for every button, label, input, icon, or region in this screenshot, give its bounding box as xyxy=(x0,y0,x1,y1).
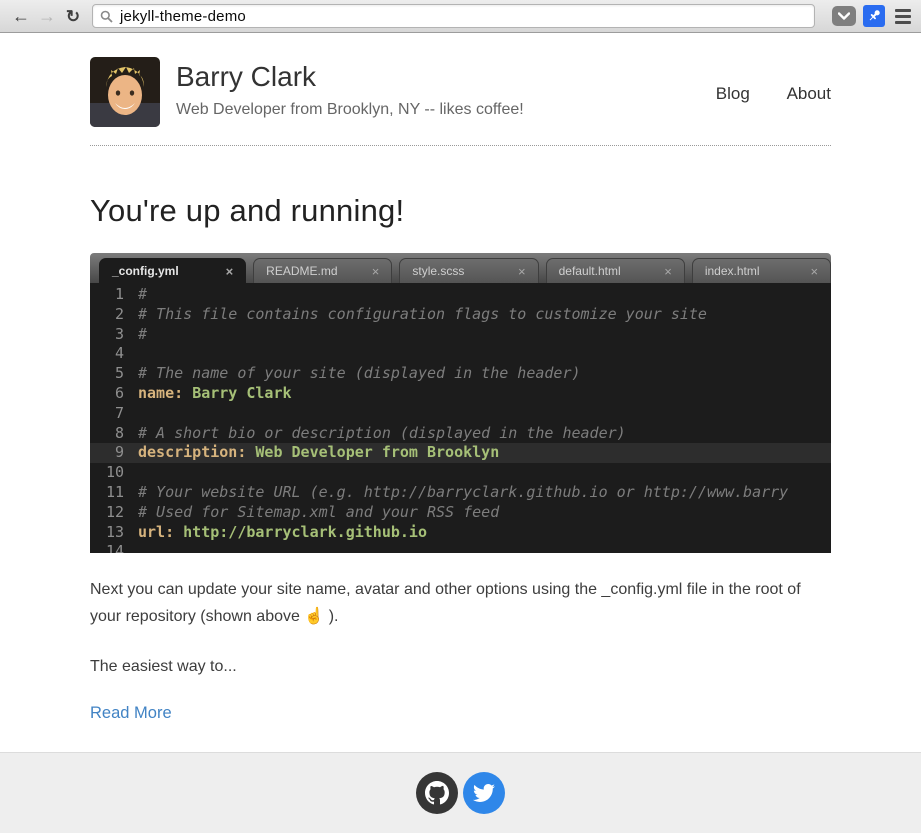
chevron-down-icon xyxy=(838,12,850,21)
line-number: 12 xyxy=(98,503,124,523)
line-source: # Used for Sitemap.xml and your RSS feed xyxy=(124,503,499,523)
post-paragraph-2: The easiest way to... xyxy=(90,653,831,680)
point-up-emoji-icon: ☝ xyxy=(304,608,324,625)
code-line: 8# A short bio or description (displayed… xyxy=(90,424,831,444)
editor-tab-_config.yml[interactable]: _config.yml × xyxy=(99,258,246,283)
site-footer xyxy=(0,752,921,833)
code-line: 4 xyxy=(90,344,831,364)
tab-close-icon[interactable]: × xyxy=(810,264,818,279)
tab-label: _config.yml xyxy=(112,264,179,278)
browser-toolbar: ← → ↻ jekyll-theme-demo xyxy=(0,0,921,33)
read-more-link[interactable]: Read More xyxy=(90,704,831,723)
line-source xyxy=(124,463,147,483)
line-number: 2 xyxy=(98,305,124,325)
line-number: 3 xyxy=(98,325,124,345)
tab-close-icon[interactable]: × xyxy=(226,264,234,279)
pushpin-icon xyxy=(865,7,883,25)
reload-icon: ↻ xyxy=(66,7,80,26)
code-editor-screenshot: _config.yml×README.md×style.scss×default… xyxy=(90,253,831,553)
nav-link-blog[interactable]: Blog xyxy=(716,84,750,103)
line-number: 4 xyxy=(98,344,124,364)
forward-icon: → xyxy=(38,6,56,26)
pin-extension-button[interactable] xyxy=(863,5,885,27)
code-line: 6name: Barry Clark xyxy=(90,384,831,404)
code-line: 7 xyxy=(90,404,831,424)
code-line: 12# Used for Sitemap.xml and your RSS fe… xyxy=(90,503,831,523)
reload-button[interactable]: ↻ xyxy=(60,8,86,25)
site-info: Barry Clark Web Developer from Brooklyn,… xyxy=(176,57,684,119)
site-description: Web Developer from Brooklyn, NY -- likes… xyxy=(176,101,684,119)
page: Barry Clark Web Developer from Brooklyn,… xyxy=(90,33,831,833)
line-number: 5 xyxy=(98,364,124,384)
code-line: 2# This file contains configuration flag… xyxy=(90,305,831,325)
code-line: 13url: http://barryclark.github.io xyxy=(90,523,831,543)
github-link[interactable] xyxy=(416,772,458,814)
back-icon: ← xyxy=(12,6,30,26)
github-icon xyxy=(425,781,449,805)
line-source: description: Web Developer from Brooklyn xyxy=(124,443,499,463)
line-source: # A short bio or description (displayed … xyxy=(124,424,626,444)
line-number: 8 xyxy=(98,424,124,444)
line-number: 9 xyxy=(98,443,124,463)
line-number: 1 xyxy=(98,285,124,305)
url-text[interactable]: jekyll-theme-demo xyxy=(120,8,246,25)
code-line: 1# xyxy=(90,285,831,305)
site-title[interactable]: Barry Clark xyxy=(176,61,684,93)
post-title: You're up and running! xyxy=(90,193,831,229)
line-number: 7 xyxy=(98,404,124,424)
footer-wrap xyxy=(90,752,831,833)
pocket-extension-button[interactable] xyxy=(832,6,856,26)
tab-close-icon[interactable]: × xyxy=(372,264,380,279)
tab-label: index.html xyxy=(705,264,760,278)
twitter-link[interactable] xyxy=(463,772,505,814)
tab-label: default.html xyxy=(559,264,621,278)
editor-tab-index.html[interactable]: index.html × xyxy=(692,258,831,283)
search-icon xyxy=(100,10,113,23)
line-number: 6 xyxy=(98,384,124,404)
editor-tabbar: _config.yml×README.md×style.scss×default… xyxy=(90,253,831,283)
address-bar[interactable]: jekyll-theme-demo xyxy=(92,4,815,28)
paragraph-text-end: ). xyxy=(324,608,338,625)
code-line: 11# Your website URL (e.g. http://barryc… xyxy=(90,483,831,503)
tab-label: style.scss xyxy=(412,264,464,278)
back-button[interactable]: ← xyxy=(8,7,34,25)
paragraph-text: Next you can update your site name, avat… xyxy=(90,581,801,625)
post-paragraph-1: Next you can update your site name, avat… xyxy=(90,576,831,630)
line-number: 10 xyxy=(98,463,124,483)
line-source: name: Barry Clark xyxy=(124,384,292,404)
tab-close-icon[interactable]: × xyxy=(664,264,672,279)
site-header: Barry Clark Web Developer from Brooklyn,… xyxy=(90,33,831,146)
avatar[interactable] xyxy=(90,57,160,127)
editor-tab-style.scss[interactable]: style.scss × xyxy=(399,258,538,283)
editor-tab-README.md[interactable]: README.md × xyxy=(253,258,392,283)
code-line: 5# The name of your site (displayed in t… xyxy=(90,364,831,384)
line-source xyxy=(124,344,147,364)
line-source: # xyxy=(124,325,147,345)
line-source xyxy=(124,542,147,553)
code-line: 3# xyxy=(90,325,831,345)
line-number: 14 xyxy=(98,542,124,553)
code-line: 10 xyxy=(90,463,831,483)
line-source: # The name of your site (displayed in th… xyxy=(124,364,581,384)
line-source: # Your website URL (e.g. http://barrycla… xyxy=(124,483,788,503)
line-source: # xyxy=(124,285,147,305)
line-source: # This file contains configuration flags… xyxy=(124,305,707,325)
editor-tab-default.html[interactable]: default.html × xyxy=(546,258,685,283)
site-nav: Blog About xyxy=(684,84,831,104)
menu-button[interactable] xyxy=(895,9,911,24)
tab-label: README.md xyxy=(266,264,337,278)
code-line: 9description: Web Developer from Brookly… xyxy=(90,443,831,463)
line-number: 13 xyxy=(98,523,124,543)
code-line: 14 xyxy=(90,542,831,553)
nav-link-about[interactable]: About xyxy=(787,84,831,103)
twitter-icon xyxy=(473,782,495,804)
line-source xyxy=(124,404,147,424)
avatar-photo-icon xyxy=(90,57,160,127)
tab-close-icon[interactable]: × xyxy=(518,264,526,279)
line-number: 11 xyxy=(98,483,124,503)
forward-button[interactable]: → xyxy=(34,7,60,25)
line-source: url: http://barryclark.github.io xyxy=(124,523,427,543)
editor-code: 1#2# This file contains configuration fl… xyxy=(90,283,831,553)
